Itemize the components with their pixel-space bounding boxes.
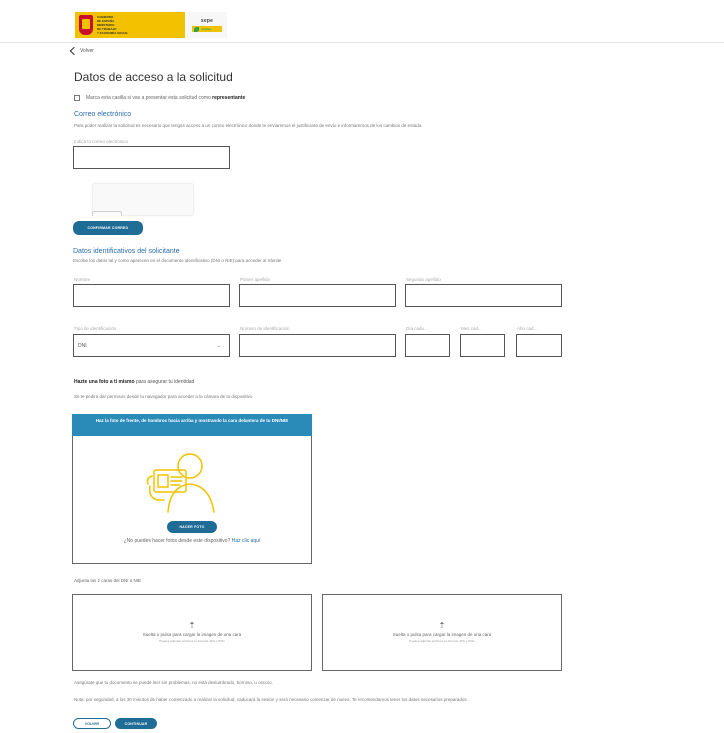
- email-section-title: Correo electrónico: [74, 111, 132, 118]
- upload-section-title: Adjunta las 2 caras del DNI o NIE: [74, 578, 142, 583]
- continue-button[interactable]: CONTINUAR: [115, 718, 157, 729]
- gobierno-logo-text: GOBIERNO DE ESPAÑA MINISTERIO DE TRABAJO…: [97, 15, 129, 35]
- representative-label: Marca esta casilla si vas a presentar es…: [86, 95, 245, 101]
- upload-back-text: Suelta o pulsa para cargar la imagen de …: [392, 632, 492, 637]
- sepe-logo-bar: empleo: [192, 26, 222, 32]
- upload-back-note: Puedes adjuntar archivos en formato JPG …: [409, 639, 475, 643]
- back-link[interactable]: Volver: [68, 46, 94, 56]
- representative-label-text: Marca esta casilla si vas a presentar es…: [86, 95, 213, 101]
- photo-section-title: Hazte una foto a ti mismo para asegurar …: [74, 379, 194, 385]
- representative-row: Marca esta casilla si vas a presentar es…: [74, 95, 245, 101]
- upload-icon: ⇡: [188, 621, 196, 630]
- identity-section-description: Escribe los datos tal y como aparecen en…: [73, 258, 282, 263]
- id-type-label: Tipo de identificación: [74, 326, 117, 331]
- id-number-label: Número de identificación: [240, 326, 290, 331]
- camera-instruction: Haz la foto de frente, de hombros hacia …: [72, 414, 312, 436]
- sepe-logo: sepe empleo: [187, 12, 227, 38]
- back-button-label: VOLVER: [84, 721, 100, 726]
- confirm-email-button-label: CONFIRMAR CORREO: [87, 226, 129, 230]
- header-divider: [0, 42, 724, 43]
- gobierno-logo: GOBIERNO DE ESPAÑA MINISTERIO DE TRABAJO…: [75, 12, 185, 38]
- camera-permission-text: Se te pedirá dar permisos desde tu naveg…: [74, 394, 253, 399]
- sepe-logo-text: sepe: [200, 18, 214, 24]
- no-camera-text: ¿No puedes hacer fotos desde este dispos…: [123, 538, 231, 544]
- id-type-select[interactable]: DNI ⌄: [73, 334, 230, 357]
- representative-label-bold: representante: [212, 95, 246, 101]
- name-field-label: Nombre: [74, 277, 91, 282]
- surname2-field-label: Segundo apellido: [406, 277, 441, 282]
- upload-front-note: Puedes adjuntar archivos en formato JPG …: [159, 639, 225, 643]
- upload-back-dropzone[interactable]: ⇡ Suelta o pulsa para cargar la imagen d…: [322, 594, 562, 671]
- email-section-description: Para poder realizar la solicitud es nece…: [74, 123, 423, 128]
- no-camera-row: ¿No puedes hacer fotos desde este dispos…: [72, 538, 312, 544]
- take-photo-button-label: HACER FOTO: [179, 525, 205, 529]
- expiry-day-label: Día cadu...: [406, 326, 428, 331]
- email-field[interactable]: [73, 146, 230, 169]
- name-field[interactable]: [73, 284, 230, 307]
- email-field-label: Indica tu correo electrónico: [74, 139, 129, 144]
- back-link-label: Volver: [80, 48, 94, 54]
- surname2-field[interactable]: [405, 284, 562, 307]
- id-type-value: DNI: [78, 342, 87, 349]
- photo-section-title-bold: Hazte una foto a ti mismo: [74, 379, 135, 385]
- sepe-logo-sub: empleo: [201, 27, 212, 31]
- expiry-year-field[interactable]: [516, 334, 562, 357]
- confirm-email-button[interactable]: CONFIRMAR CORREO: [73, 221, 143, 235]
- continue-button-label: CONTINUAR: [124, 721, 148, 726]
- back-button[interactable]: VOLVER: [73, 718, 111, 729]
- expiry-month-label: Mes cad...: [461, 326, 482, 331]
- upload-front-text: Suelta o pulsa para cargar la imagen de …: [142, 632, 242, 637]
- chevron-down-icon: ⌄: [216, 342, 221, 349]
- representative-checkbox[interactable]: [74, 95, 80, 101]
- coat-of-arms-icon: [79, 15, 93, 35]
- surname1-field[interactable]: [239, 284, 396, 307]
- page-title: Datos de acceso a la solicitud: [74, 70, 233, 84]
- chevron-left-icon: [69, 46, 79, 56]
- selfie-id-illustration: [146, 453, 215, 513]
- no-camera-link[interactable]: Haz clic aquí: [232, 538, 261, 544]
- gov-line-5: Y ECONOMÍA SOCIAL: [97, 30, 129, 35]
- timeout-note: Nota: por seguridad, a los 30 minutos de…: [74, 697, 468, 702]
- photo-section-title-rest: para asegurar tu identidad: [134, 379, 195, 385]
- readability-note: Asegúrate que tu documento se puede leer…: [74, 680, 273, 685]
- expiry-month-field[interactable]: [460, 334, 505, 357]
- upload-icon: ⇡: [438, 621, 446, 630]
- take-photo-button[interactable]: HACER FOTO: [167, 521, 217, 533]
- expiry-year-label: Año cad...: [517, 326, 538, 331]
- identity-section-title: Datos identificativos del solicitante: [73, 248, 180, 255]
- expiry-day-field[interactable]: [405, 334, 450, 357]
- captcha-tile: [92, 211, 122, 216]
- id-number-field[interactable]: [239, 334, 396, 357]
- surname1-field-label: Primer apellido: [240, 277, 271, 282]
- leaf-icon: [194, 26, 199, 32]
- upload-front-dropzone[interactable]: ⇡ Suelta o pulsa para cargar la imagen d…: [72, 594, 312, 671]
